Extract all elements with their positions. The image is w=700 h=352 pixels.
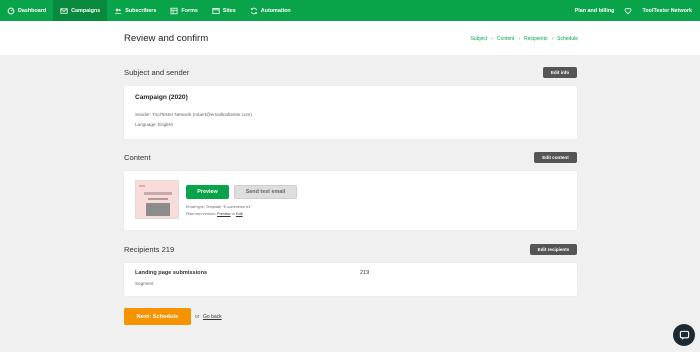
nav-dashboard-label: Dashboard bbox=[18, 7, 47, 14]
nav-dashboard[interactable]: Dashboard bbox=[0, 0, 53, 21]
email-type-info: Email type: Template "E-commerce #1" bbox=[186, 205, 252, 209]
segment-type: Segment bbox=[135, 281, 154, 286]
nav-campaigns[interactable]: Campaigns bbox=[53, 0, 108, 21]
segment-name: Landing page submissions bbox=[135, 270, 208, 276]
chat-widget-button[interactable] bbox=[673, 324, 695, 346]
edit-content-button[interactable]: Edit content bbox=[534, 152, 577, 163]
nav-automation[interactable]: Automation bbox=[243, 0, 298, 21]
breadcrumb-content[interactable]: Content bbox=[497, 36, 515, 42]
page-header: Review and confirm Subject › Content › R… bbox=[0, 21, 700, 55]
send-test-email-button[interactable]: Send test email bbox=[234, 185, 297, 199]
breadcrumb-separator: › bbox=[551, 36, 554, 42]
breadcrumb-schedule[interactable]: Schedule bbox=[557, 36, 578, 42]
email-thumbnail[interactable] bbox=[135, 180, 179, 219]
breadcrumb-separator: › bbox=[491, 36, 493, 42]
heart-icon[interactable] bbox=[624, 7, 632, 15]
language-info: Language: English bbox=[135, 122, 174, 127]
breadcrumb-recipients[interactable]: Recipients bbox=[524, 36, 547, 42]
plan-billing-link[interactable]: Plan and billing bbox=[575, 8, 615, 14]
plain-text-or: or bbox=[231, 212, 235, 216]
nav-forms-label: Forms bbox=[181, 7, 198, 14]
chat-icon bbox=[679, 330, 689, 340]
segment-count: 219 bbox=[360, 270, 370, 276]
envelope-icon bbox=[60, 7, 68, 14]
breadcrumb-separator: › bbox=[518, 36, 521, 42]
sites-icon bbox=[212, 7, 220, 14]
edit-recipients-button[interactable]: Edit recipients bbox=[530, 244, 577, 255]
next-schedule-button[interactable]: Next: Schedule bbox=[124, 308, 191, 325]
recipients-section-title: Recipients 219 bbox=[124, 245, 175, 254]
breadcrumb: Subject › Content › Recipients › Schedul… bbox=[471, 36, 578, 42]
content-card: Preview Send test email Email type: Temp… bbox=[124, 171, 577, 230]
subject-card: Campaign (2020) Sender: ToolTester Netwo… bbox=[124, 86, 577, 139]
plain-text-info: Plain text version: Preview or Edit bbox=[186, 212, 243, 216]
automation-icon bbox=[250, 7, 258, 14]
nav-campaigns-label: Campaigns bbox=[71, 7, 101, 14]
plain-text-preview-link[interactable]: Preview bbox=[217, 212, 231, 216]
recipients-card: Landing page submissions Segment 219 bbox=[124, 263, 577, 296]
content-section-title: Content bbox=[124, 153, 151, 162]
users-icon bbox=[115, 8, 122, 14]
go-back-link[interactable]: Go back bbox=[203, 314, 222, 320]
nav-subscribers[interactable]: Subscribers bbox=[107, 0, 163, 21]
top-navigation: Dashboard Campaigns Subscribers Forms Si… bbox=[0, 0, 700, 21]
forms-icon bbox=[170, 7, 178, 14]
plain-text-edit-link[interactable]: Edit bbox=[236, 212, 243, 216]
nav-sites-label: Sites bbox=[222, 7, 236, 14]
sender-info: Sender: ToolTester Network (robert@email… bbox=[135, 112, 252, 117]
campaign-name: Campaign (2020) bbox=[135, 94, 188, 101]
nav-subscribers-label: Subscribers bbox=[125, 7, 157, 14]
preview-button[interactable]: Preview bbox=[186, 185, 229, 199]
breadcrumb-subject[interactable]: Subject bbox=[471, 36, 488, 42]
or-text: or bbox=[195, 314, 200, 320]
plain-text-label: Plain text version: bbox=[186, 212, 216, 216]
page-title: Review and confirm bbox=[124, 33, 209, 44]
dashboard-icon bbox=[7, 7, 15, 14]
nav-automation-label: Automation bbox=[260, 7, 291, 14]
nav-right-group: Plan and billing ToolTester Network bbox=[575, 7, 700, 15]
nav-sites[interactable]: Sites bbox=[205, 0, 243, 21]
account-menu[interactable]: ToolTester Network bbox=[642, 8, 692, 14]
nav-forms[interactable]: Forms bbox=[163, 0, 204, 21]
subject-section-title: Subject and sender bbox=[124, 68, 190, 77]
edit-info-button[interactable]: Edit info bbox=[543, 67, 577, 78]
